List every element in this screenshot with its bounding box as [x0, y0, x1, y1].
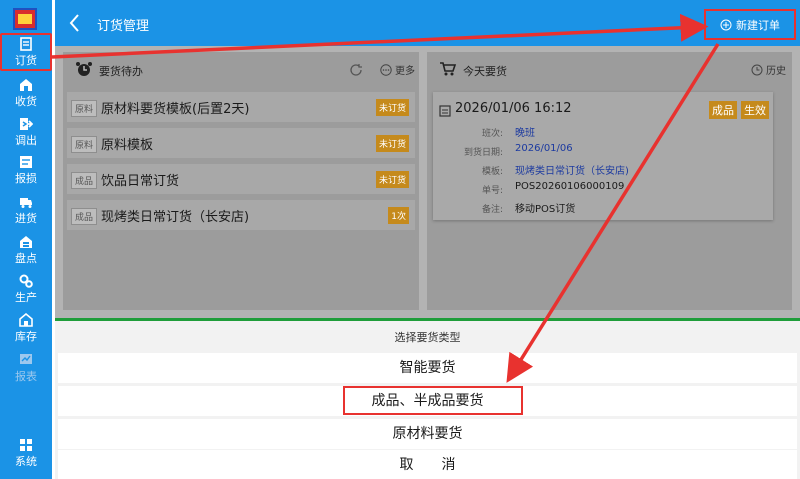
category-tag: 原料	[71, 136, 98, 153]
status-badge: 1次	[388, 207, 409, 224]
sidebar-item-label: 库存	[15, 330, 37, 343]
loss-icon	[19, 155, 33, 169]
today-title: 今天要货	[463, 65, 507, 78]
sheet-title: 选择要货类型	[394, 331, 461, 344]
row-value: 2026/01/06	[515, 143, 573, 154]
sidebar-item-transfer[interactable]: 调出	[0, 115, 52, 153]
report-icon	[19, 353, 33, 367]
status-badge: 未订货	[375, 171, 409, 188]
new-order-label: 新建订单	[736, 18, 780, 32]
sidebar-item-label: 报损	[15, 172, 37, 185]
cart-icon	[439, 61, 457, 77]
sidebar-item-stock[interactable]: 库存	[0, 311, 52, 349]
page-title: 订货管理	[97, 19, 150, 34]
row-label: 单号:	[481, 186, 503, 196]
row-value: 晚班	[515, 128, 535, 139]
status-badge: 未订货	[375, 135, 409, 152]
row-label: 班次:	[481, 129, 503, 139]
status-badge: 未订货	[375, 99, 409, 116]
category-tag: 成品	[71, 172, 98, 189]
option-cancel[interactable]: 取 消	[58, 450, 797, 479]
inventory-icon	[19, 235, 33, 249]
category-tag: 成品	[71, 208, 98, 225]
sidebar-item-report[interactable]: 报表	[0, 351, 52, 389]
list-item[interactable]: 原料 原料模板 未订货	[67, 128, 415, 158]
sidebar-item-label: 系统	[15, 455, 37, 468]
new-order-button[interactable]: 新建订单	[704, 9, 796, 40]
app-root: 订货 收货 调出 报损 进货 盘点 生产 库存 报表 系统 订货管理 新建订单 …	[0, 0, 800, 479]
list-item[interactable]: 成品 现烤类日常订货（长安店) 1次	[67, 200, 415, 230]
row-value: POS20260106000109	[515, 181, 625, 192]
card-row: 模板: 现烤类日常订货（长安店)	[443, 162, 763, 178]
list-item[interactable]: 成品 饮品日常订货 未订货	[67, 164, 415, 194]
item-name: 原料模板	[101, 138, 154, 153]
category-tag: 原料	[71, 100, 98, 117]
receive-icon	[19, 78, 33, 92]
list-item[interactable]: 原料 原材料要货模板(后置2天) 未订货	[67, 92, 415, 122]
production-icon	[19, 274, 33, 288]
main-content: 要货待办 更多 原料 原材料要货模板(后置2天) 未订货 原料 原料模板 未订货…	[55, 46, 800, 320]
app-logo	[13, 8, 37, 30]
header: 订货管理 新建订单	[55, 0, 800, 46]
plus-circle-icon	[720, 19, 732, 30]
chevron-left-icon	[69, 14, 79, 32]
sidebar: 订货 收货 调出 报损 进货 盘点 生产 库存 报表 系统	[0, 0, 52, 479]
purchase-icon	[19, 195, 33, 209]
row-label: 到货日期:	[463, 148, 503, 158]
row-label: 备注:	[481, 205, 503, 215]
row-value: 现烤类日常订货（长安店)	[515, 166, 629, 177]
system-icon	[19, 438, 33, 452]
history-button[interactable]: 历史	[751, 62, 786, 77]
order-datetime: 2026/01/06 16:12	[455, 101, 572, 116]
sidebar-item-order[interactable]: 订货	[0, 33, 52, 71]
document-icon	[439, 102, 451, 117]
sidebar-item-system[interactable]: 系统	[0, 436, 52, 474]
order-icon	[19, 37, 33, 51]
today-header: 今天要货 历史	[427, 52, 792, 86]
sidebar-item-label: 订货	[15, 54, 37, 67]
sidebar-item-purchase[interactable]: 进货	[0, 193, 52, 231]
pending-title: 要货待办	[99, 65, 143, 78]
card-row: 备注: 移动POS订货	[443, 200, 763, 216]
sidebar-item-label: 盘点	[15, 252, 37, 265]
sidebar-item-label: 进货	[15, 212, 37, 225]
annotation-highlight-box	[343, 386, 523, 415]
status-badge: 生效	[741, 101, 769, 119]
option-raw-materials[interactable]: 原材料要货	[58, 419, 797, 449]
item-name: 原材料要货模板(后置2天)	[101, 102, 250, 117]
pending-header: 要货待办 更多	[63, 52, 419, 86]
sidebar-item-receive[interactable]: 收货	[0, 76, 52, 114]
sidebar-item-production[interactable]: 生产	[0, 272, 52, 310]
history-icon	[751, 64, 763, 75]
card-row: 单号: POS20260106000109	[443, 181, 763, 197]
sidebar-item-loss[interactable]: 报损	[0, 153, 52, 191]
card-row: 到货日期: 2026/01/06	[443, 143, 763, 159]
history-label: 历史	[766, 66, 786, 77]
stock-icon	[19, 312, 33, 327]
status-badge: 成品	[709, 101, 737, 119]
sidebar-item-label: 调出	[15, 134, 37, 147]
today-panel: 今天要货 历史 2026/01/06 16:12 成品 生效 班次: 晚班 到货…	[427, 52, 792, 310]
back-button[interactable]	[65, 12, 85, 34]
sidebar-item-label: 生产	[15, 291, 37, 304]
option-smart-order[interactable]: 智能要货	[58, 353, 797, 383]
more-label: 更多	[395, 66, 415, 77]
more-dots-icon	[380, 63, 392, 76]
transfer-icon	[19, 117, 34, 131]
alarm-clock-icon	[75, 61, 93, 77]
more-button[interactable]: 更多	[380, 62, 415, 77]
refresh-icon[interactable]	[349, 62, 363, 76]
pending-panel: 要货待办 更多 原料 原材料要货模板(后置2天) 未订货 原料 原料模板 未订货…	[63, 52, 419, 310]
row-label: 模板:	[481, 167, 503, 177]
item-name: 现烤类日常订货（长安店)	[101, 210, 250, 225]
item-name: 饮品日常订货	[101, 174, 180, 189]
card-row: 班次: 晚班	[443, 124, 763, 140]
order-card[interactable]: 2026/01/06 16:12 成品 生效 班次: 晚班 到货日期: 2026…	[433, 92, 773, 220]
sidebar-item-label: 报表	[15, 370, 37, 383]
row-value: 移动POS订货	[515, 204, 576, 215]
sidebar-item-inventory[interactable]: 盘点	[0, 233, 52, 271]
sidebar-item-label: 收货	[15, 95, 37, 108]
